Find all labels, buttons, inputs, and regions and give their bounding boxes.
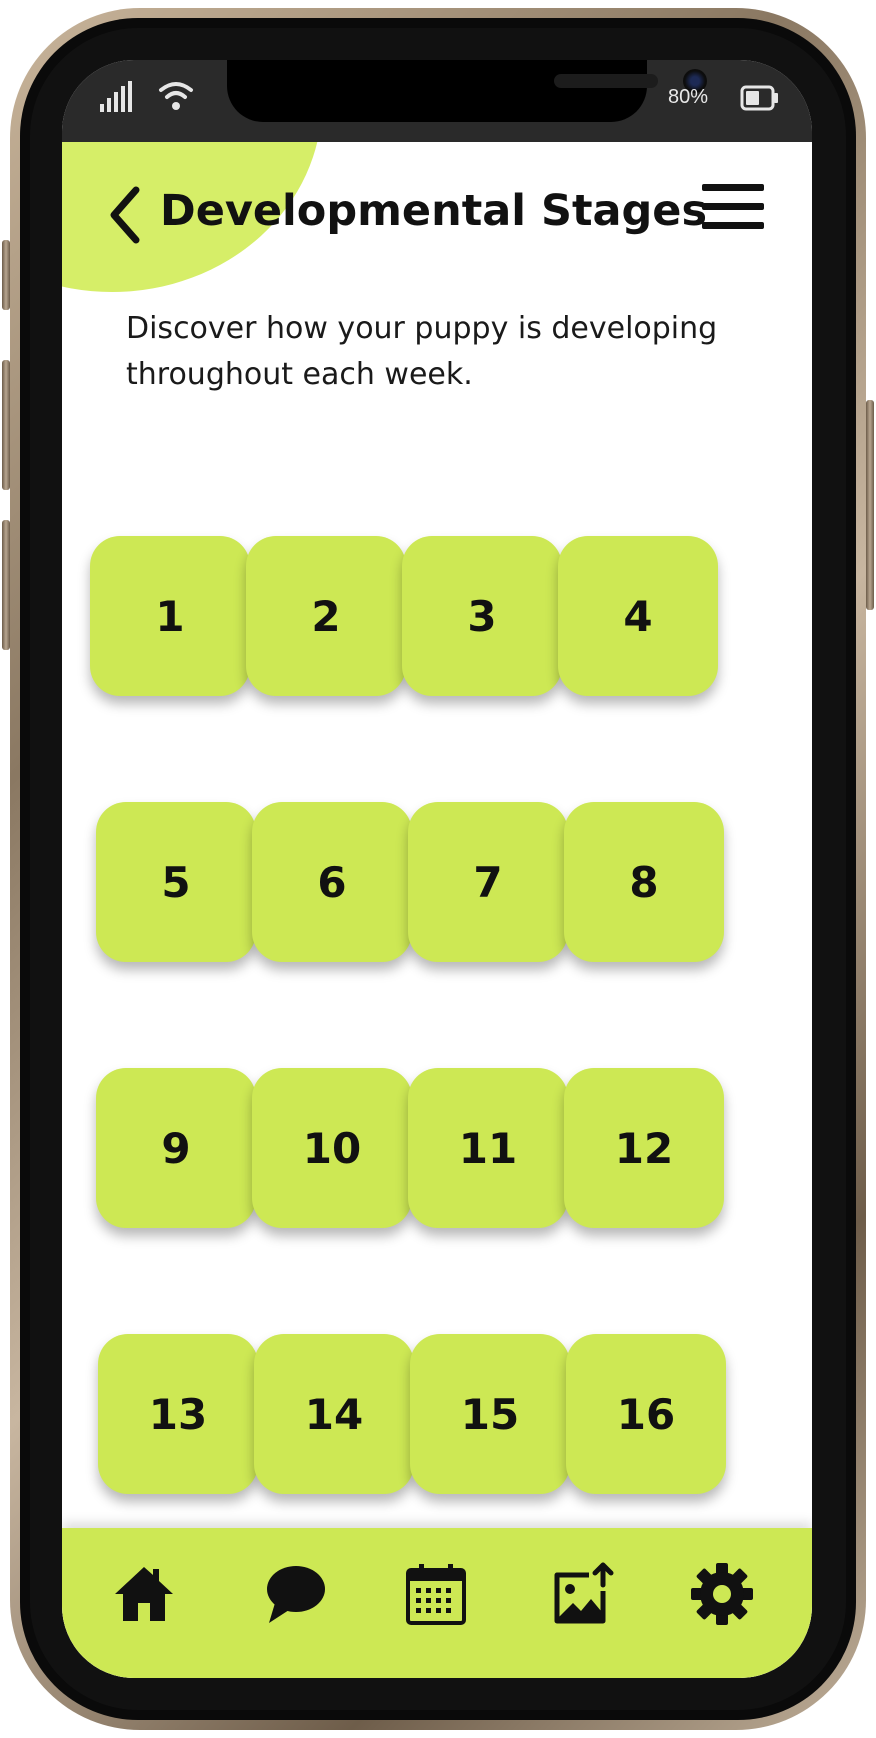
nav-chat-button[interactable] [254, 1554, 334, 1634]
chat-bubble-icon [267, 1566, 325, 1623]
wifi-icon [159, 82, 193, 110]
bottom-nav [62, 1528, 812, 1678]
week-tile-7[interactable]: 7 [408, 802, 568, 962]
week-tile-11[interactable]: 11 [408, 1068, 568, 1228]
week-tile-10[interactable]: 10 [252, 1068, 412, 1228]
week-tile-15[interactable]: 15 [410, 1334, 570, 1494]
week-tile-14[interactable]: 14 [254, 1334, 414, 1494]
page-title: Developmental Stages [160, 186, 708, 236]
week-tile-12[interactable]: 12 [564, 1068, 724, 1228]
week-tile-8[interactable]: 8 [564, 802, 724, 962]
week-tile-9[interactable]: 9 [96, 1068, 256, 1228]
hamburger-menu-icon[interactable] [702, 182, 764, 232]
status-bar: 80% [62, 60, 812, 142]
image-upload-icon [554, 1562, 614, 1624]
main-content: Developmental Stages Discover how your p… [62, 142, 812, 1678]
week-tile-1[interactable]: 1 [90, 536, 250, 696]
speaker-grille [554, 74, 658, 88]
week-tile-4[interactable]: 4 [558, 536, 718, 696]
week-tile-6[interactable]: 6 [252, 802, 412, 962]
chevron-left-icon[interactable] [106, 184, 142, 246]
week-tile-16[interactable]: 16 [566, 1334, 726, 1494]
week-tile-5[interactable]: 5 [96, 802, 256, 962]
phone-side-button [2, 240, 10, 310]
nav-calendar-button[interactable] [396, 1554, 476, 1634]
phone-screen: 80% Developmental Stages Discover how yo… [62, 60, 812, 1678]
battery-percentage: 80% [668, 86, 709, 108]
week-tile-2[interactable]: 2 [246, 536, 406, 696]
gear-icon [691, 1563, 753, 1625]
calendar-icon [406, 1564, 466, 1625]
week-tile-13[interactable]: 13 [98, 1334, 258, 1494]
nav-image-upload-button[interactable] [544, 1554, 624, 1634]
app-page: 80% Developmental Stages Discover how yo… [0, 0, 876, 1738]
phone-side-button [2, 360, 10, 490]
home-icon [115, 1567, 173, 1621]
nav-settings-button[interactable] [682, 1554, 762, 1634]
nav-home-button[interactable] [104, 1554, 184, 1634]
phone-side-button [2, 520, 10, 650]
notch [227, 60, 707, 122]
battery-icon [740, 85, 778, 111]
signal-icon [100, 81, 132, 112]
week-tile-3[interactable]: 3 [402, 536, 562, 696]
intro-text: Discover how your puppy is developing th… [126, 311, 718, 392]
phone-side-button [866, 400, 874, 610]
